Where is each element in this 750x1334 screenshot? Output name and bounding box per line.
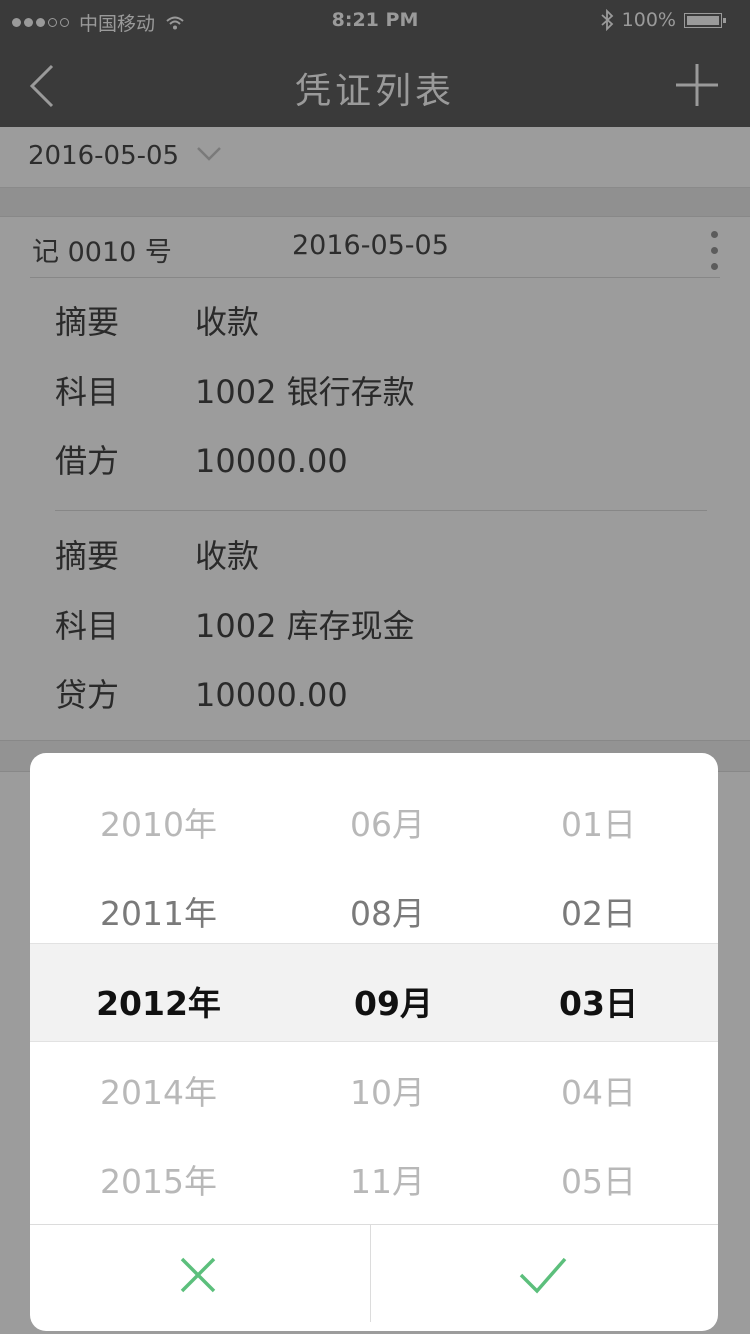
day-option[interactable]: 01日: [484, 798, 713, 846]
month-option[interactable]: 11月: [273, 1155, 502, 1203]
confirm-button[interactable]: [371, 1225, 718, 1325]
year-option-selected[interactable]: 2012年: [44, 977, 273, 1025]
entry-summary-row: 摘要 收款: [55, 531, 259, 577]
cancel-button[interactable]: [30, 1225, 370, 1325]
bluetooth-icon: [601, 9, 613, 31]
day-option[interactable]: 05日: [484, 1155, 713, 1203]
account-value: 1002 银行存款: [195, 373, 415, 411]
voucher-header: 记 0010 号 2016-05-05: [30, 217, 720, 278]
summary-label: 摘要: [55, 303, 120, 341]
filter-date[interactable]: 2016-05-05: [28, 141, 179, 171]
voucher-date: 2016-05-05: [292, 230, 449, 261]
entry-amount-row: 贷方 10000.00: [55, 670, 348, 716]
day-option[interactable]: 02日: [484, 887, 713, 935]
year-option[interactable]: 2010年: [44, 798, 273, 846]
voucher-card[interactable]: 记 0010 号 2016-05-05 摘要 收款 科目 1002 银行存款 借方 1…: [0, 217, 750, 741]
month-option[interactable]: 08月: [273, 887, 502, 935]
more-icon[interactable]: [708, 231, 720, 271]
month-option[interactable]: 10月: [273, 1066, 502, 1114]
summary-value: 收款: [195, 303, 260, 341]
day-option[interactable]: 04日: [484, 1066, 713, 1114]
entry-amount-row: 借方 10000.00: [55, 436, 348, 482]
page-title: 凭证列表: [294, 71, 455, 112]
debit-value: 10000.00: [195, 442, 348, 480]
entry-account-row: 科目 1002 库存现金: [55, 601, 415, 647]
credit-value: 10000.00: [195, 676, 348, 714]
month-option-selected[interactable]: 09月: [279, 977, 508, 1025]
date-picker-dialog[interactable]: 2010年 2011年 2012年 2014年 2015年 06月 08月 09…: [30, 753, 718, 1331]
date-filter[interactable]: 2016-05-05: [0, 127, 750, 188]
summary-label: 摘要: [55, 537, 120, 575]
nav-bar: 凭证列表: [0, 40, 750, 127]
account-value: 1002 库存现金: [195, 607, 415, 645]
month-option[interactable]: 06月: [273, 798, 502, 846]
chevron-down-icon[interactable]: [196, 143, 222, 165]
voucher-number: 记 0010 号: [32, 237, 172, 268]
close-icon: [180, 1257, 216, 1293]
check-icon: [519, 1257, 567, 1294]
battery-percent: 100%: [621, 9, 676, 31]
entry-account-row: 科目 1002 银行存款: [55, 367, 415, 413]
year-option[interactable]: 2014年: [44, 1066, 273, 1114]
section-gap: [0, 188, 750, 217]
entry-summary-row: 摘要 收款: [55, 297, 259, 343]
status-bar: 中国移动 8:21 PM 100%: [0, 0, 750, 40]
entry-divider: [55, 510, 707, 511]
year-option[interactable]: 2015年: [44, 1155, 273, 1203]
account-label: 科目: [55, 373, 120, 411]
account-label: 科目: [55, 607, 120, 645]
day-option-selected[interactable]: 03日: [484, 977, 713, 1025]
add-icon[interactable]: [674, 62, 720, 108]
picker-actions: [30, 1224, 718, 1331]
credit-label: 贷方: [55, 676, 120, 714]
year-option[interactable]: 2011年: [44, 887, 273, 935]
debit-label: 借方: [55, 442, 120, 480]
battery-icon: [684, 12, 726, 28]
summary-value: 收款: [195, 537, 260, 575]
